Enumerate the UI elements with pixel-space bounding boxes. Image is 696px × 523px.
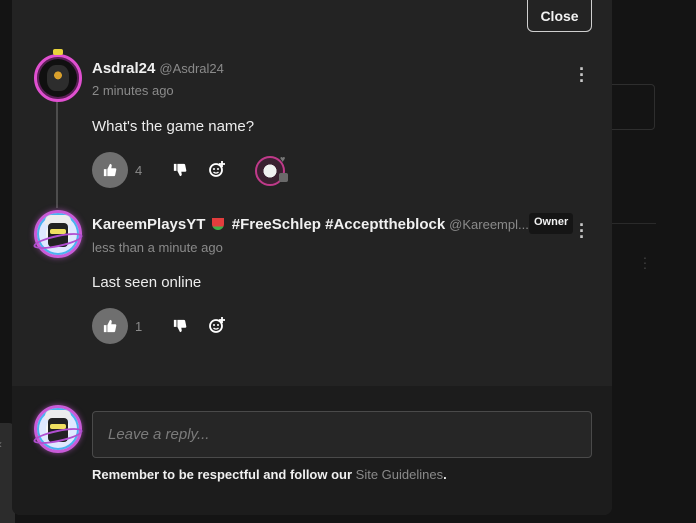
author-handle: @Asdral24 [159,61,224,76]
like-count: 4 [135,163,143,178]
author-name[interactable]: Asdral24 [92,60,155,77]
thread-connector [56,100,58,208]
dislike-button[interactable] [171,161,189,179]
thumbs-down-icon [173,163,187,177]
guidelines-note: Remember to be respectful and follow our… [92,467,447,482]
avatar[interactable] [32,210,84,258]
add-reaction-button[interactable] [208,316,226,334]
author-handle: @Kareempl... [449,217,529,232]
dislike-button[interactable] [171,317,189,335]
avatar [32,405,84,453]
add-reaction-icon [209,161,225,177]
like-button[interactable] [92,308,128,344]
background-divider [612,223,656,224]
comment-text: What's the game name? [92,118,255,135]
thumbs-down-icon [173,319,187,333]
comment-author[interactable]: KareemPlaysYT #FreeSchlep #Acceptthebloc… [92,216,529,233]
comment-author[interactable]: Asdral24 @Asdral24 [92,60,224,77]
heart-icon: ♥ [280,154,286,164]
close-button[interactable]: Close [527,0,592,32]
like-button[interactable] [92,152,128,188]
add-reaction-button[interactable] [208,160,226,178]
crown-icon [53,49,63,55]
thumbs-up-icon [103,163,117,177]
thumbs-up-icon [103,319,117,333]
watermelon-emoji [211,218,224,230]
site-guidelines-link[interactable]: Site Guidelines [356,467,443,482]
author-name[interactable]: KareemPlaysYT [92,216,205,233]
background-kebab-icon: · · · [642,249,648,275]
kebab-menu-icon[interactable]: · · · [578,60,586,90]
owner-badge: Owner [529,213,574,234]
like-count: 1 [135,319,143,334]
kebab-menu-icon[interactable]: · · · [578,216,586,246]
reaction-badge [279,173,288,182]
comment-time: 2 minutes ago [92,83,174,98]
avatar[interactable] [34,49,82,102]
comment-text: Last seen online [92,274,202,291]
comment-time: less than a minute ago [92,240,223,255]
author-tags[interactable]: #FreeSchlep #Accepttheblock [232,216,445,233]
reply-area: Remember to be respectful and follow our… [12,386,612,515]
comment-thread-modal: Close Asdral24 @Asdral24 · · · 2 minutes ag… [12,0,612,515]
reply-input[interactable] [92,411,592,458]
add-reaction-icon [209,317,225,333]
